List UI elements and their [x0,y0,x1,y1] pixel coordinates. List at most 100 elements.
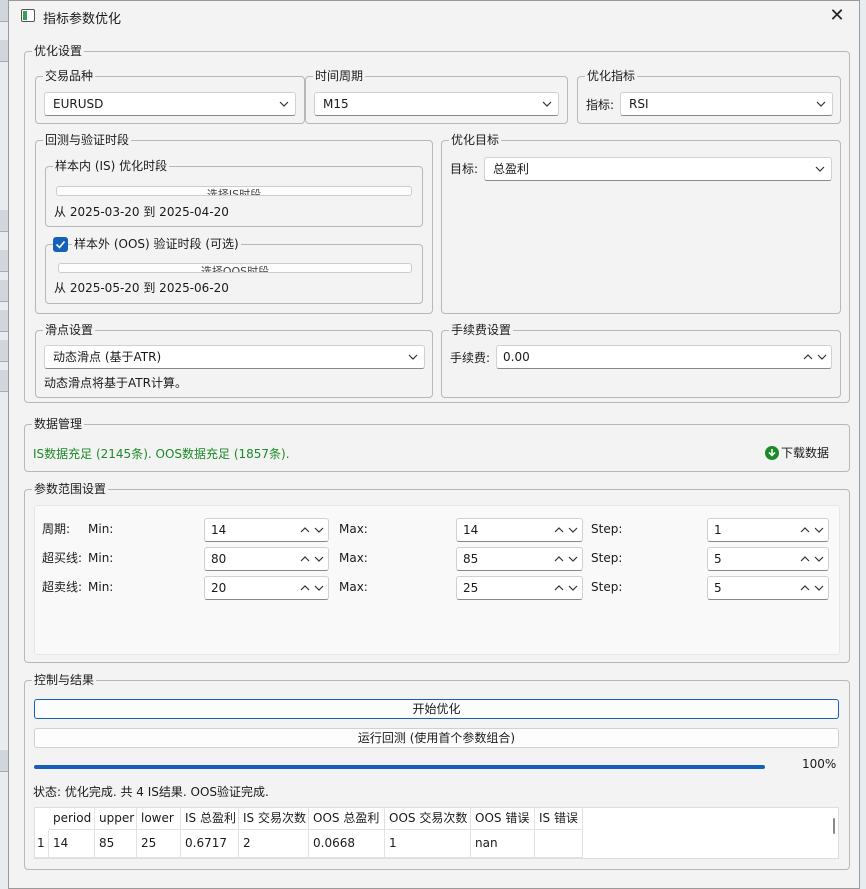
max-value: 14 [463,523,479,537]
min-value: 20 [211,581,227,595]
indicator-select[interactable]: RSI [620,92,833,116]
column-header[interactable]: IS 交易次数 [239,808,309,830]
table-cell[interactable]: 14 [49,830,95,858]
step-spinbox[interactable]: 1 [707,518,829,542]
table-cell[interactable]: 85 [95,830,137,858]
run-backtest-button[interactable]: 运行回测 (使用首个参数组合) [34,728,839,748]
select-oos-period-label: 选择OOS时段 [200,265,270,273]
target-value: 总盈利 [493,162,530,176]
close-icon[interactable]: ✕ [823,3,851,29]
min-spinbox[interactable]: 80 [204,547,329,571]
max-value: 25 [463,581,479,595]
symbol-select[interactable]: EURUSD [44,92,296,116]
download-icon [765,446,779,460]
table-cell[interactable]: 0.0668 [309,830,385,858]
step-spinbox[interactable]: 5 [707,576,829,600]
is-period-label: 样本内 (IS) 优化时段 [53,158,170,174]
table-cell[interactable]: 25 [137,830,181,858]
table-cell[interactable]: 2 [239,830,309,858]
max-label: Max: [339,580,368,594]
target-select[interactable]: 总盈利 [484,157,832,181]
chevron-up-icon [300,527,310,533]
max-label: Max: [339,551,368,565]
fee-spinbox[interactable]: 0.00 [496,345,832,369]
slippage-note: 动态滑点将基于ATR计算。 [44,376,187,390]
chevron-down-icon [815,158,825,172]
download-data-button[interactable]: 下载数据 [765,443,839,465]
param-name: 超买线: [42,551,83,565]
symbol-value: EURUSD [53,97,104,111]
step-value: 5 [714,552,722,566]
column-header[interactable]: OOS 总盈利 [309,808,385,830]
target-label: 优化目标 [449,132,502,148]
chevron-down-icon [314,527,324,533]
periods-label: 回测与验证时段 [43,132,132,148]
indicator-label: 优化指标 [585,68,638,84]
chevron-down-icon [814,556,824,562]
indicator-field-label: 指标: [586,98,615,112]
is-period-group: 样本内 (IS) 优化时段 选择IS时段 从 2025-03-20 到 2025… [45,158,423,227]
min-spinbox[interactable]: 14 [204,518,329,542]
column-header[interactable]: IS 总盈利 [181,808,239,830]
max-spinbox[interactable]: 25 [456,576,583,600]
progress-text: 100% [802,757,837,771]
max-value: 85 [463,552,479,566]
indicator-value: RSI [629,97,649,111]
table-cell[interactable]: 0.6717 [181,830,239,858]
group-label: 优化设置 [32,43,85,59]
column-header[interactable]: period [49,808,95,830]
step-label: Step: [591,580,623,594]
step-spinbox[interactable]: 5 [707,547,829,571]
chevron-down-icon [279,93,289,107]
column-header[interactable]: OOS 错误 [471,808,535,830]
symbol-label: 交易品种 [43,68,96,84]
max-spinbox[interactable]: 14 [456,518,583,542]
chevron-down-icon [817,354,827,360]
chevron-down-icon [542,93,552,107]
timeframe-select[interactable]: M15 [314,92,559,116]
row-index: 1 [35,830,49,858]
oos-range-text: 从 2025-05-20 到 2025-06-20 [54,281,229,295]
data-management-label: 数据管理 [32,416,85,432]
data-status-text: IS数据充足 (2145条). OOS数据充足 (1857条). [33,447,290,461]
app-icon [21,9,35,22]
fee-group: 手续费设置 手续费: 0.00 [441,322,841,398]
min-label: Min: [88,551,114,565]
table-cell[interactable]: 1 [385,830,471,858]
run-backtest-label: 运行回测 (使用首个参数组合) [357,731,516,745]
chevron-up-icon [300,585,310,591]
symbol-group: 交易品种 EURUSD [35,68,305,124]
max-spinbox[interactable]: 85 [456,547,583,571]
chevron-up-icon [800,556,810,562]
slippage-label: 滑点设置 [43,322,96,338]
chevron-down-icon [814,527,824,533]
min-spinbox[interactable]: 20 [204,576,329,600]
column-header[interactable]: OOS 交易次数 [385,808,471,830]
column-header[interactable]: lower [137,808,181,830]
select-is-period-label: 选择IS时段 [206,188,262,196]
step-value: 1 [714,523,722,537]
table-cell[interactable]: nan [471,830,535,858]
min-label: Min: [88,522,114,536]
start-optimization-button[interactable]: 开始优化 [34,699,839,719]
window-title: 指标参数优化 [43,12,122,27]
table-cell[interactable] [535,830,583,858]
column-header[interactable]: upper [95,808,137,830]
optimizer-dialog: 指标参数优化 ✕ 优化设置 交易品种 EURUSD 时间周期 M15 优化指标 … [8,0,860,889]
data-management-group: 数据管理 IS数据充足 (2145条). OOS数据充足 (1857条). 下载… [24,416,850,472]
min-value: 80 [211,552,227,566]
table-scrollbar[interactable] [833,818,835,834]
oos-checkbox[interactable] [53,237,68,252]
slippage-group: 滑点设置 动态滑点 (基于ATR) 动态滑点将基于ATR计算。 [35,322,433,398]
chevron-down-icon [314,585,324,591]
select-oos-period-button[interactable]: 选择OOS时段 [58,263,412,273]
step-label: Step: [591,551,623,565]
chevron-down-icon [408,346,418,360]
chevron-up-icon [803,354,813,360]
slippage-select[interactable]: 动态滑点 (基于ATR) [44,345,425,369]
step-label: Step: [591,522,623,536]
column-header[interactable]: IS 错误 [535,808,583,830]
select-is-period-button[interactable]: 选择IS时段 [56,186,412,196]
checkmark-icon [55,240,66,249]
chevron-down-icon [814,585,824,591]
